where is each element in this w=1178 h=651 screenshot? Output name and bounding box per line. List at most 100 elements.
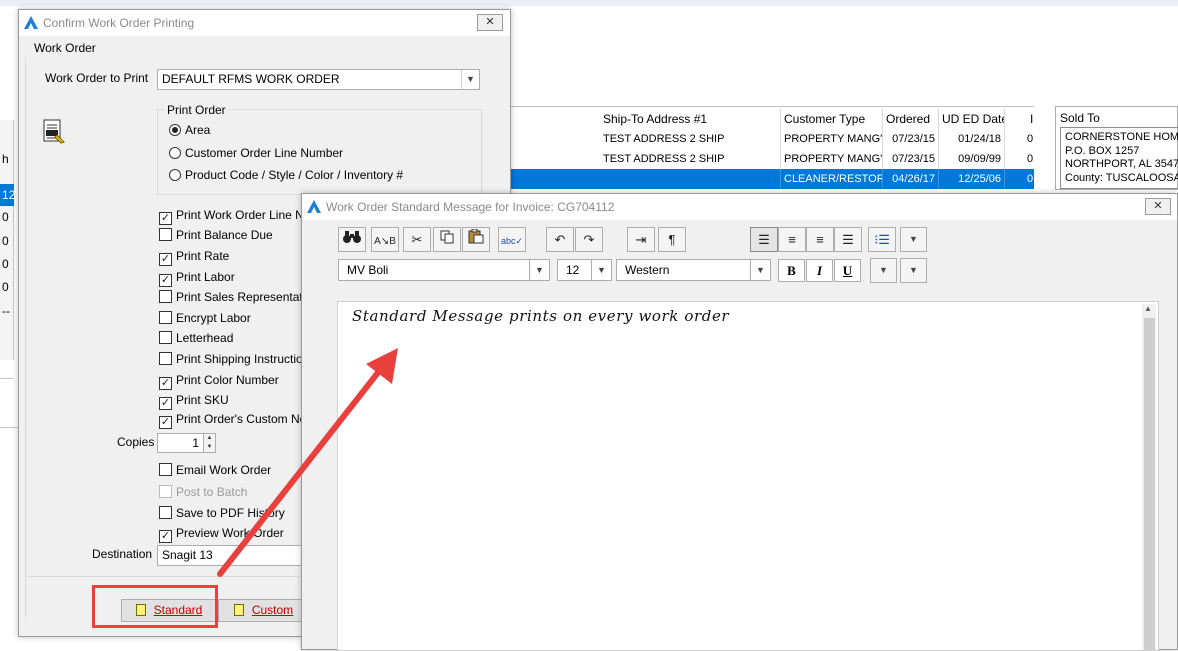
checkbox-email-work-order[interactable]: Email Work Order	[159, 461, 271, 479]
justify-button[interactable]: ☰	[834, 227, 862, 252]
radio-button[interactable]	[169, 169, 181, 181]
checkbox-print-balance-due[interactable]: Print Balance Due	[159, 226, 273, 244]
chevron-down-icon[interactable]: ▼	[529, 260, 549, 280]
checkbox-label: Post to Batch	[176, 485, 248, 499]
custom-button[interactable]: Custom	[218, 599, 308, 622]
checkbox[interactable]: ✓	[159, 212, 172, 225]
checkbox[interactable]	[159, 331, 172, 344]
chevron-down-icon[interactable]: ▼	[591, 260, 611, 280]
radio-area[interactable]: Area	[169, 121, 210, 139]
table-row[interactable]: TEST ADDRESS 2 SHIP PROPERTY MANG'R 07/2…	[510, 149, 1034, 169]
message-editor[interactable]: Standard Message prints on every work or…	[337, 301, 1159, 651]
italic-button[interactable]: I	[806, 259, 833, 282]
radio-label: Product Code / Style / Color / Inventory…	[185, 168, 404, 182]
cell: 07/23/15	[883, 149, 939, 169]
chevron-down-icon: ▼	[909, 265, 918, 275]
cell: 07/23/15	[883, 129, 939, 149]
checkbox-label: Print SKU	[176, 393, 229, 407]
checkbox-encrypt-labor[interactable]: Encrypt Labor	[159, 309, 251, 327]
scroll-thumb[interactable]	[1144, 318, 1155, 650]
align-center-button[interactable]: ≡	[778, 227, 806, 252]
radio-customer-order-line[interactable]: Customer Order Line Number	[169, 144, 343, 162]
align-left-button[interactable]: ☰	[750, 227, 778, 252]
font-name-combo[interactable]: MV Boli ▼	[338, 259, 550, 281]
column-header[interactable]: Customer Type	[781, 109, 883, 129]
copies-spinner[interactable]: 1 ▲ ▼	[157, 433, 216, 453]
checkbox[interactable]: ✓	[159, 397, 172, 410]
checkbox-print-custom-notes[interactable]: ✓ Print Order's Custom Notes	[159, 410, 322, 429]
list-item: 0	[2, 210, 9, 224]
redo-icon: ↷	[583, 232, 595, 247]
radio-button[interactable]	[169, 147, 181, 159]
checkbox[interactable]: ✓	[159, 377, 172, 390]
checkbox-preview-work-order[interactable]: ✓ Preview Work Order	[159, 524, 284, 543]
bold-button[interactable]: B	[778, 259, 805, 282]
radio-button[interactable]	[169, 124, 181, 136]
indent-button[interactable]: ⇥	[627, 227, 655, 252]
font-color-dropdown[interactable]: ▼	[870, 258, 897, 283]
checkbox[interactable]: ✓	[159, 274, 172, 287]
checkbox[interactable]: ✓	[159, 253, 172, 266]
close-button[interactable]: ✕	[1145, 198, 1171, 215]
find-button[interactable]	[338, 227, 366, 252]
radio-label: Area	[185, 123, 211, 137]
radio-product-code[interactable]: Product Code / Style / Color / Inventory…	[169, 166, 403, 184]
checkbox-print-color-number[interactable]: ✓ Print Color Number	[159, 371, 279, 390]
paste-button[interactable]	[462, 227, 490, 252]
align-right-button[interactable]: ≡	[806, 227, 834, 252]
checkbox[interactable]	[159, 311, 172, 324]
checkbox[interactable]	[159, 228, 172, 241]
close-button[interactable]: ✕	[477, 14, 503, 31]
destination-select[interactable]: Snagit 13	[157, 545, 317, 566]
checkbox-letterhead[interactable]: Letterhead	[159, 329, 233, 347]
work-order-to-print-value: DEFAULT RFMS WORK ORDER	[162, 72, 340, 86]
table-row[interactable]: TEST ADDRESS 2 SHIP PROPERTY MANG'R 07/2…	[510, 129, 1034, 149]
font-size-combo[interactable]: 12 ▼	[557, 259, 612, 281]
undo-button[interactable]: ↶	[546, 227, 574, 252]
checkbox[interactable]	[159, 463, 172, 476]
checkbox-label: Print Color Number	[176, 373, 279, 387]
column-header[interactable]: Ship-To Address #1	[600, 109, 781, 129]
list-options-dropdown[interactable]: ▼	[900, 227, 927, 252]
message-text[interactable]: Standard Message prints on every work or…	[352, 307, 729, 325]
replace-button[interactable]: A↘B	[371, 227, 399, 252]
address-line: NORTHPORT, AL 35476	[1065, 158, 1178, 170]
dialog-titlebar[interactable]: Confirm Work Order Printing ✕	[19, 10, 510, 36]
copy-button[interactable]	[433, 227, 461, 252]
chevron-down-icon[interactable]: ▼	[750, 260, 770, 280]
underline-button[interactable]: U	[834, 259, 861, 282]
checkbox[interactable]	[159, 352, 172, 365]
highlight-color-dropdown[interactable]: ▼	[900, 258, 927, 283]
checkbox-print-shipping-instructions[interactable]: Print Shipping Instructions	[159, 350, 315, 368]
script-combo[interactable]: Western ▼	[616, 259, 771, 281]
checkbox-print-sales-rep[interactable]: Print Sales Representative	[159, 288, 318, 306]
table-row-selected[interactable]: CLEANER/RESTORE 04/26/17 12/25/06 0	[510, 169, 1034, 189]
checkbox[interactable]: ✓	[159, 530, 172, 543]
radio-label: Customer Order Line Number	[185, 146, 344, 160]
list-item-selected[interactable]: 12	[0, 184, 15, 206]
column-header[interactable]: I	[1027, 109, 1034, 129]
spin-up-icon[interactable]: ▲	[203, 434, 215, 443]
checkbox[interactable]	[159, 506, 172, 519]
work-order-to-print-select[interactable]: DEFAULT RFMS WORK ORDER ▼	[157, 69, 480, 90]
column-header[interactable]: UD ED Date	[939, 109, 1005, 129]
spin-down-icon[interactable]: ▼	[203, 443, 215, 452]
list-item: h	[2, 152, 9, 166]
align-left-icon: ☰	[758, 232, 770, 247]
show-formatting-button[interactable]: ¶	[658, 227, 686, 252]
spellcheck-button[interactable]: abc✓	[498, 227, 526, 252]
checkbox[interactable]	[159, 290, 172, 303]
scroll-up-icon[interactable]: ▲	[1144, 304, 1152, 313]
chevron-down-icon[interactable]: ▼	[461, 70, 479, 89]
cut-button[interactable]: ✂	[403, 227, 431, 252]
checkbox-save-to-pdf-history[interactable]: Save to PDF History	[159, 504, 285, 522]
checkbox[interactable]: ✓	[159, 416, 172, 429]
redo-button[interactable]: ↷	[575, 227, 603, 252]
checkbox-print-rate[interactable]: ✓ Print Rate	[159, 247, 229, 266]
dialog-titlebar[interactable]: Work Order Standard Message for Invoice:…	[302, 194, 1177, 220]
bullet-list-button[interactable]: ⁝☰	[868, 227, 896, 252]
column-header[interactable]: Ordered	[883, 109, 939, 129]
vertical-scrollbar[interactable]: ▲	[1142, 304, 1156, 650]
checkbox-print-labor[interactable]: ✓ Print Labor	[159, 268, 235, 287]
checkbox-print-sku[interactable]: ✓ Print SKU	[159, 391, 229, 410]
